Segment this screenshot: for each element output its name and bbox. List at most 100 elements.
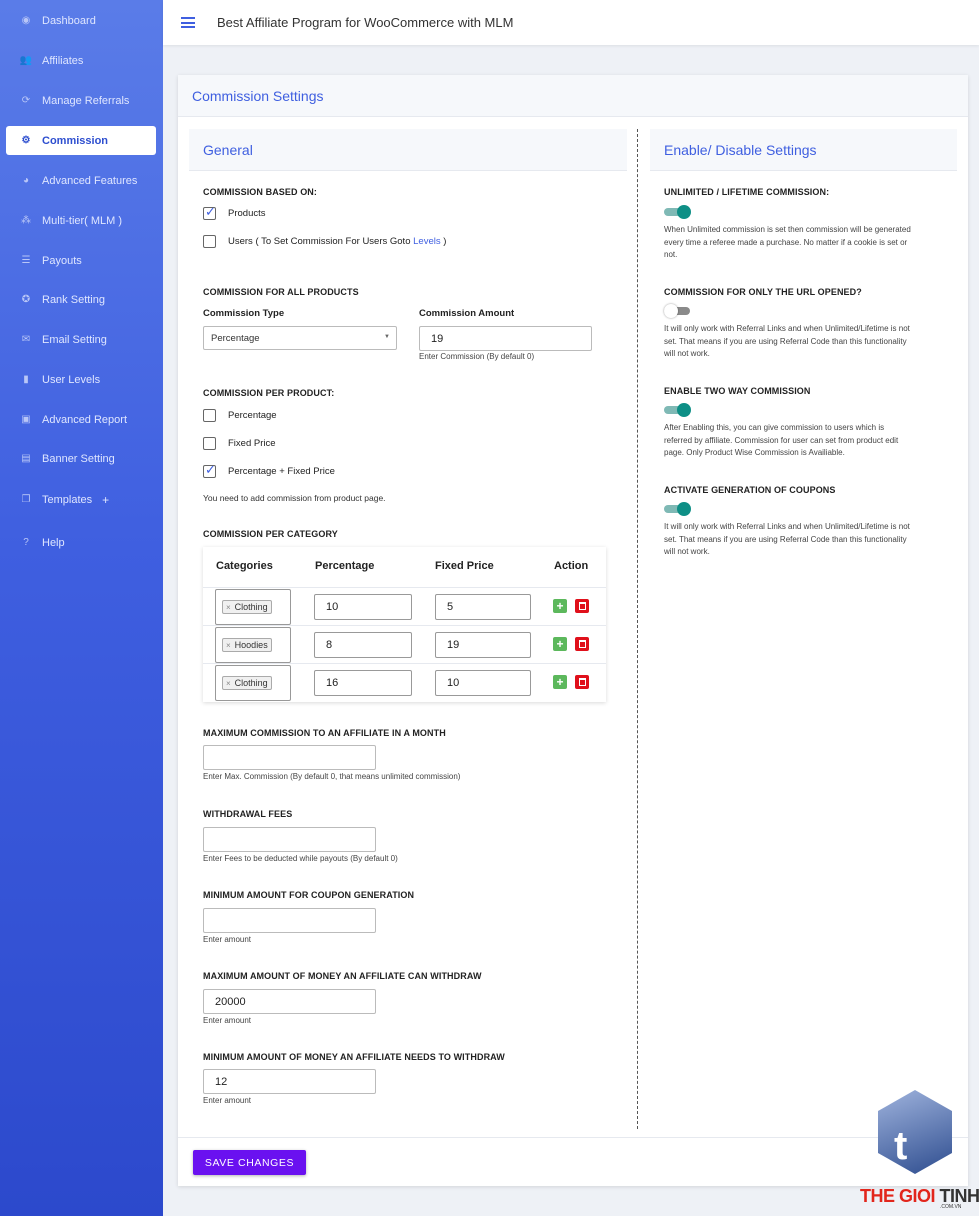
sidebar-item-rank-setting[interactable]: ✪ Rank Setting (6, 285, 156, 314)
sidebar-item-payouts[interactable]: ☰ Payouts (6, 246, 156, 275)
table-row: × Hoodies 8 19 + (203, 625, 606, 663)
users-icon: 👥 (19, 55, 33, 66)
sidebar-item-advanced-report[interactable]: ▣ Advanced Report (6, 405, 156, 434)
logo-domain-text: .COM.VN (940, 1204, 962, 1210)
two-way-commission-label: ENABLE TWO WAY COMMISSION (664, 386, 811, 396)
category-fixed-input[interactable]: 5 (435, 594, 531, 620)
sidebar-item-manage-referrals[interactable]: ⟳ Manage Referrals (6, 86, 156, 115)
category-tag: × Clothing (222, 676, 272, 690)
min-withdraw-input[interactable]: 12 (203, 1069, 376, 1094)
top-bar: Best Affiliate Program for WooCommerce w… (163, 0, 979, 45)
category-select[interactable]: × Clothing (215, 665, 291, 701)
per-product-percentage-checkbox[interactable] (203, 409, 216, 422)
max-withdraw-input[interactable]: 20000 (203, 989, 376, 1014)
sidebar-item-banner-setting[interactable]: ▤ Banner Setting (6, 444, 156, 473)
category-percentage-input[interactable]: 16 (314, 670, 412, 696)
commission-amount-label: Commission Amount (419, 308, 515, 319)
commission-type-select[interactable]: Percentage ▼ (203, 326, 397, 350)
unlimited-commission-help: When Unlimited commission is set then co… (664, 225, 911, 259)
coupon-generation-toggle[interactable] (664, 502, 691, 516)
sidebar: ◉ Dashboard 👥 Affiliates ⟳ Manage Referrals… (0, 0, 163, 1216)
banner-icon: ▤ (21, 453, 31, 464)
trash-icon (578, 678, 586, 686)
per-product-fixed-checkbox[interactable] (203, 437, 216, 450)
logo-hexagon-icon (878, 1090, 952, 1174)
max-month-label: MAXIMUM COMMISSION TO AN AFFILIATE IN A … (203, 728, 446, 738)
max-withdraw-label: MAXIMUM AMOUNT OF MONEY AN AFFILIATE CAN… (203, 971, 482, 981)
remove-tag-icon[interactable]: × (226, 679, 231, 688)
mail-icon: ✉ (21, 334, 31, 345)
table-row: × Clothing 10 5 + (203, 587, 606, 625)
withdrawal-fees-label: WITHDRAWAL FEES (203, 809, 293, 819)
coupon-generation-label: ACTIVATE GENERATION OF COUPONS (664, 485, 836, 495)
delete-row-button[interactable] (575, 675, 589, 689)
withdrawal-fees-input[interactable] (203, 827, 376, 852)
delete-row-button[interactable] (575, 599, 589, 613)
category-percentage-input[interactable]: 8 (314, 632, 412, 658)
max-withdraw-help: Enter amount (203, 1016, 252, 1025)
trash-icon (578, 602, 586, 610)
palette-icon: ◕ (22, 175, 30, 186)
sidebar-item-user-levels[interactable]: ▮ User Levels (6, 365, 156, 394)
per-product-both-checkbox[interactable] (203, 462, 216, 478)
commission-per-product-label: COMMISSION PER PRODUCT: (203, 388, 335, 398)
commission-settings-card: Commission Settings General COMMISSION B… (178, 75, 968, 1186)
category-select[interactable]: × Clothing (215, 589, 291, 625)
sidebar-item-help[interactable]: ? Help (6, 528, 156, 557)
remove-tag-icon[interactable]: × (226, 641, 231, 650)
col-header-categories: Categories (216, 560, 273, 572)
remove-tag-icon[interactable]: × (226, 603, 231, 612)
commission-based-on-label: COMMISSION BASED ON: (203, 187, 318, 197)
commission-type-label: Commission Type (203, 308, 285, 319)
delete-row-button[interactable] (575, 637, 589, 651)
category-commission-table: Categories Percentage Fixed Price Action… (203, 547, 606, 702)
col-header-fixed-price: Fixed Price (435, 560, 494, 572)
report-icon: ▣ (21, 414, 31, 425)
sidebar-item-multi-tier[interactable]: ⁂ Multi-tier( MLM ) (6, 206, 156, 235)
eye-icon: ◉ (21, 15, 31, 26)
page-title: Commission Settings (192, 87, 324, 104)
add-row-button[interactable]: + (553, 637, 567, 651)
add-row-button[interactable]: + (553, 599, 567, 613)
sidebar-item-email-setting[interactable]: ✉ Email Setting (6, 325, 156, 354)
max-month-input[interactable] (203, 745, 376, 770)
sidebar-item-templates[interactable]: ❐ Templates + (6, 485, 156, 514)
commission-amount-help: Enter Commission (By default 0) (419, 352, 535, 361)
max-month-help: Enter Max. Commission (By default 0, tha… (203, 772, 461, 781)
per-product-fixed-label: Fixed Price (228, 438, 276, 449)
save-changes-button[interactable]: SAVE CHANGES (193, 1150, 306, 1175)
card-header: Commission Settings (178, 75, 968, 117)
template-icon: ❐ (21, 494, 31, 505)
sidebar-item-commission[interactable]: ⚙ Commission (6, 126, 156, 155)
sidebar-item-affiliates[interactable]: 👥 Affiliates (6, 46, 156, 75)
category-select[interactable]: × Hoodies (215, 627, 291, 663)
users-checkbox[interactable] (203, 235, 216, 248)
levels-link[interactable]: Levels (413, 236, 440, 247)
per-product-percentage-label: Percentage (228, 410, 277, 421)
list-icon: ☰ (21, 255, 31, 266)
hamburger-menu-icon[interactable] (181, 17, 195, 28)
table-row: × Clothing 16 10 + (203, 663, 606, 701)
category-fixed-input[interactable]: 10 (435, 670, 531, 696)
help-icon: ? (23, 537, 29, 548)
plus-icon: + (102, 492, 110, 507)
sidebar-item-advanced-features[interactable]: ◕ Advanced Features (6, 166, 156, 195)
category-fixed-input[interactable]: 19 (435, 632, 531, 658)
category-percentage-input[interactable]: 10 (314, 594, 412, 620)
trash-icon (578, 640, 586, 648)
two-way-commission-toggle[interactable] (664, 403, 691, 417)
commission-amount-input[interactable]: 19 (419, 326, 592, 351)
network-icon: ⁂ (21, 215, 31, 226)
category-tag: × Hoodies (222, 638, 272, 652)
url-opened-commission-toggle[interactable] (664, 304, 690, 318)
unlimited-commission-toggle[interactable] (664, 205, 691, 219)
col-header-action: Action (554, 560, 589, 572)
general-section-title: General (189, 129, 627, 171)
min-coupon-help: Enter amount (203, 935, 252, 944)
two-way-commission-help: After Enabling this, you can give commis… (664, 423, 899, 457)
products-checkbox[interactable] (203, 204, 216, 220)
sidebar-item-dashboard[interactable]: ◉ Dashboard (6, 6, 156, 35)
add-row-button[interactable]: + (553, 675, 567, 689)
url-opened-commission-help: It will only work with Referral Links an… (664, 324, 910, 358)
min-coupon-input[interactable] (203, 908, 376, 933)
